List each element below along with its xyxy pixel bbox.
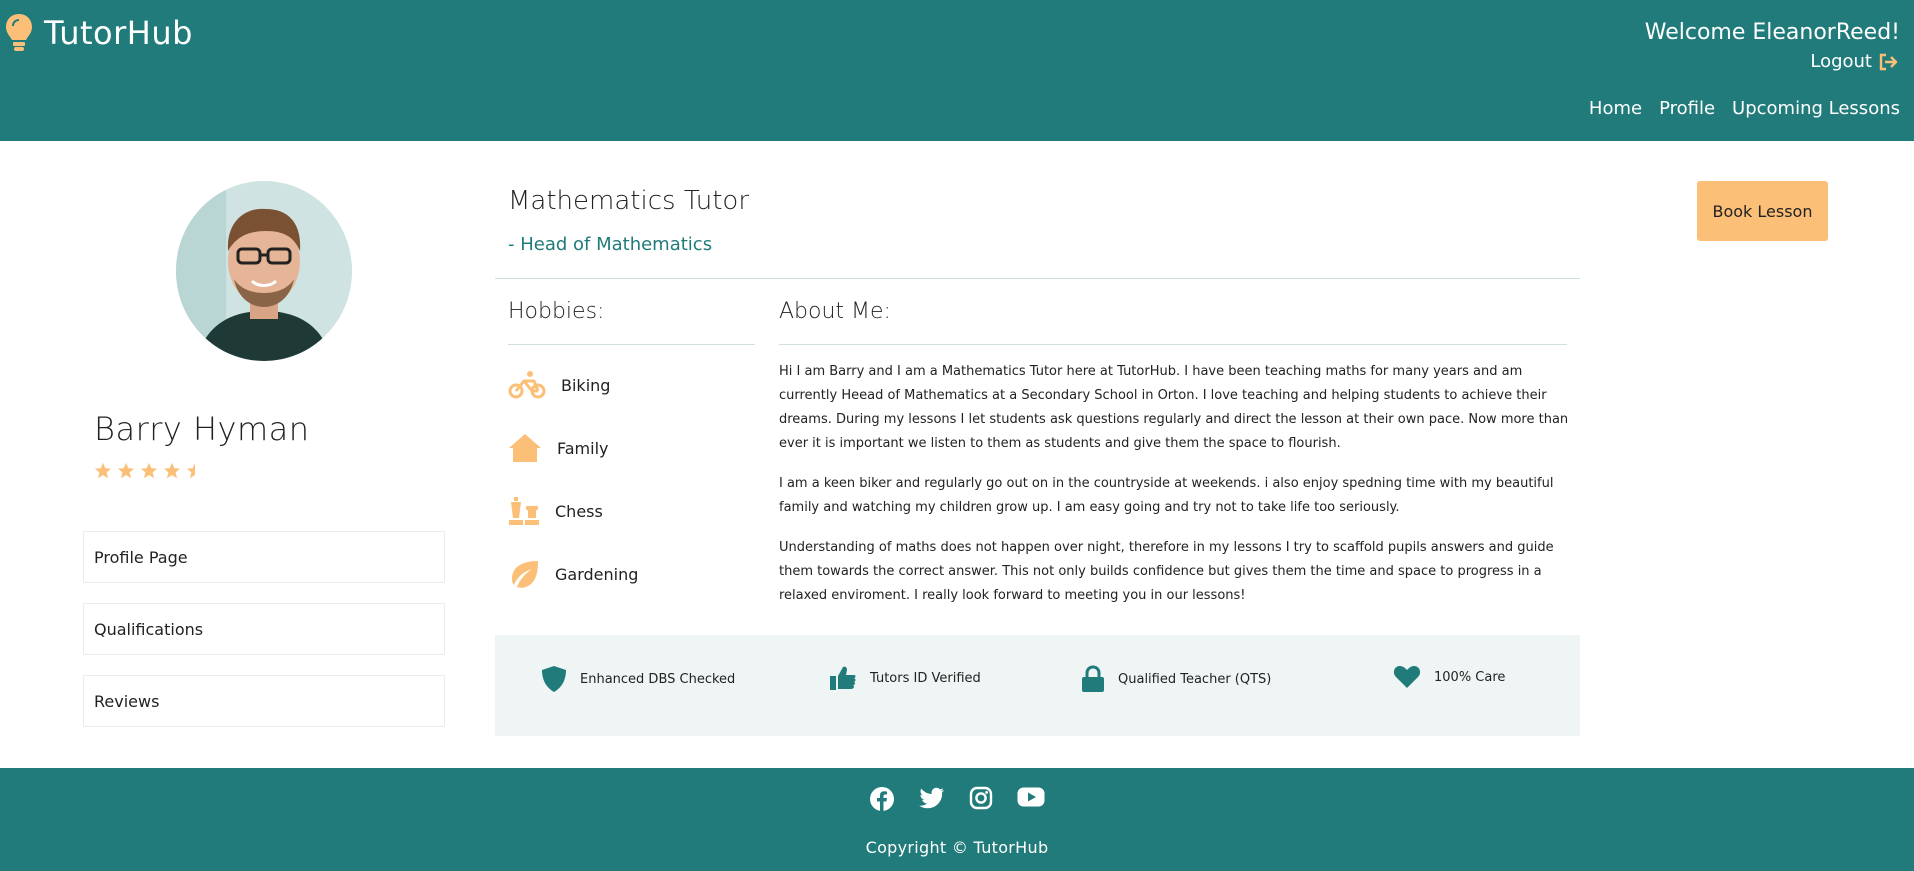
nav-home[interactable]: Home: [1589, 98, 1642, 119]
facebook-icon[interactable]: [869, 786, 895, 812]
nav-profile[interactable]: Profile: [1659, 98, 1715, 119]
logout-link[interactable]: Logout: [1810, 51, 1900, 72]
tutor-photo: [176, 181, 352, 361]
about-paragraph: Understanding of maths does not happen o…: [779, 540, 1554, 603]
brand-name: TutorHub: [44, 14, 193, 52]
badge-label: 100% Care: [1434, 669, 1506, 685]
site-header: TutorHub Welcome EleanorReed! Logout Hom…: [0, 0, 1914, 141]
tutor-name: Barry Hyman: [94, 410, 310, 448]
twitter-icon[interactable]: [919, 786, 945, 812]
thumbs-up-icon: [830, 666, 856, 690]
profile-page-button[interactable]: Profile Page: [83, 531, 445, 583]
youtube-icon[interactable]: [1017, 786, 1045, 812]
main-nav: Home Profile Upcoming Lessons: [1572, 98, 1900, 119]
star-rating: [94, 462, 209, 480]
welcome-message: Welcome EleanorReed!: [1644, 20, 1900, 45]
qualifications-button[interactable]: Qualifications: [83, 603, 445, 655]
star-icon: [94, 462, 112, 479]
bicycle-icon: [508, 371, 546, 399]
sign-out-icon: [1879, 53, 1898, 70]
hobbies-heading: Hobbies:: [508, 299, 605, 324]
divider: [508, 344, 755, 345]
half-star-icon: [186, 462, 195, 479]
trust-badges: Enhanced DBS Checked Tutors ID Verified …: [495, 635, 1580, 736]
instagram-icon[interactable]: [969, 786, 993, 812]
shield-icon: [542, 666, 566, 692]
star-icon: [117, 462, 135, 479]
badge-id-verified: Tutors ID Verified: [829, 665, 981, 691]
lightbulb-icon: [6, 14, 32, 51]
chess-icon: [509, 497, 539, 525]
house-icon: [509, 434, 541, 462]
hobby-item-gardening: Gardening: [508, 559, 638, 589]
badge-dbs: Enhanced DBS Checked: [541, 665, 735, 693]
tutor-avatar: [176, 181, 352, 361]
divider: [779, 344, 1567, 345]
badge-label: Enhanced DBS Checked: [580, 671, 736, 687]
lock-icon: [1082, 665, 1104, 692]
about-paragraph: Hi I am Barry and I am a Mathematics Tut…: [779, 364, 1569, 451]
social-links: [0, 786, 1914, 812]
hobby-label: Gardening: [555, 564, 639, 584]
copyright-text: Copyright © TutorHub: [865, 838, 1049, 857]
about-heading: About Me:: [779, 299, 891, 324]
heart-icon: [1393, 666, 1421, 688]
about-paragraph: I am a keen biker and regularly go out o…: [779, 476, 1554, 515]
brand-logo[interactable]: TutorHub: [4, 12, 193, 54]
hobby-label: Biking: [561, 375, 611, 395]
star-icon: [163, 462, 181, 479]
leaf-icon: [512, 561, 538, 588]
hobby-label: Family: [557, 438, 609, 458]
tutor-subtitle: - Head of Mathematics: [508, 234, 713, 255]
book-lesson-button[interactable]: Book Lesson: [1697, 181, 1828, 241]
nav-upcoming-lessons[interactable]: Upcoming Lessons: [1732, 98, 1900, 119]
hobby-item-family: Family: [508, 433, 608, 463]
badge-label: Tutors ID Verified: [870, 670, 981, 686]
logout-label: Logout: [1810, 51, 1872, 72]
badge-care: 100% Care: [1393, 665, 1505, 689]
badge-qts: Qualified Teacher (QTS): [1081, 665, 1271, 693]
site-footer: Copyright © TutorHub: [0, 768, 1914, 871]
star-icon: [140, 462, 158, 479]
divider: [495, 278, 1580, 279]
page-title: Mathematics Tutor: [508, 186, 750, 216]
hobby-label: Chess: [555, 501, 603, 521]
hobby-item-chess: Chess: [508, 496, 603, 526]
reviews-button[interactable]: Reviews: [83, 675, 445, 727]
badge-label: Qualified Teacher (QTS): [1118, 671, 1272, 687]
hobby-item-biking: Biking: [508, 370, 610, 400]
